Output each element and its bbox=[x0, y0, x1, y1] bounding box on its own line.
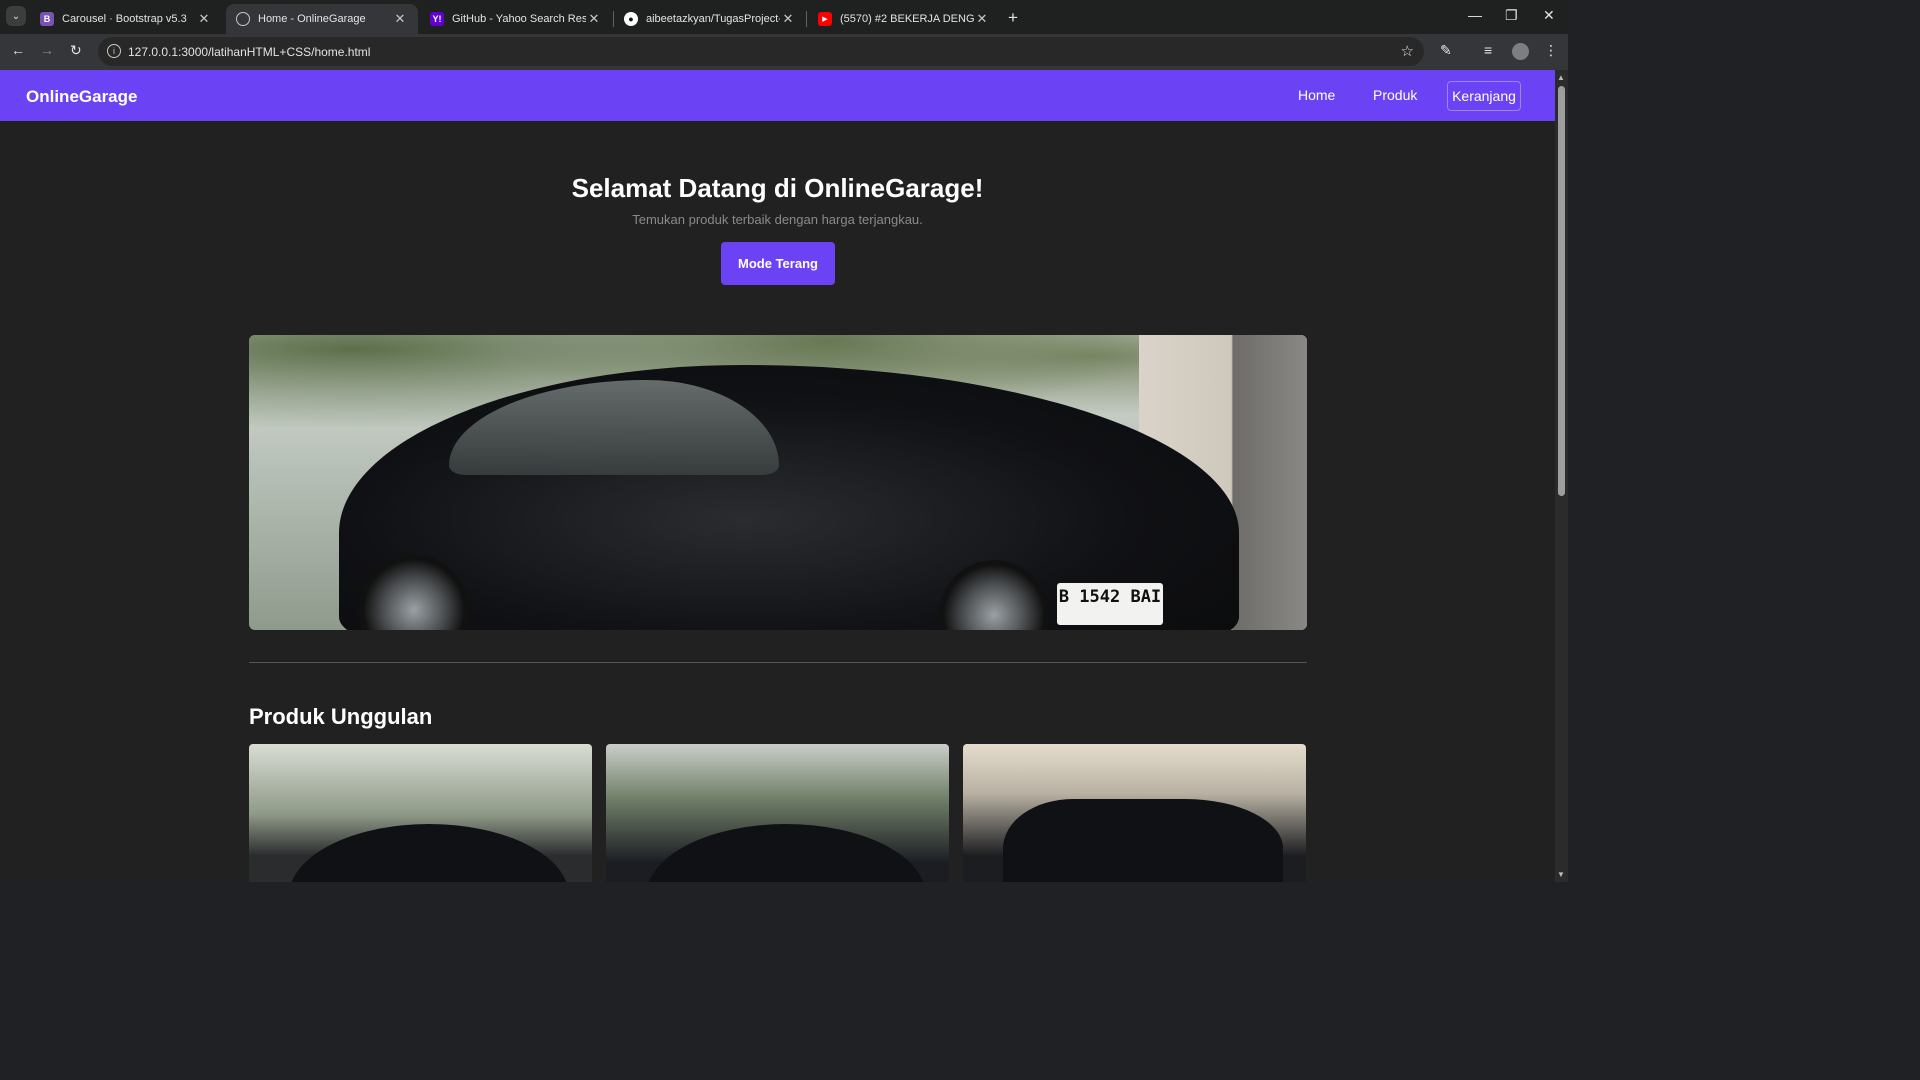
hero-car-image: B 1542 BAI bbox=[249, 335, 1307, 630]
product-card-image[interactable] bbox=[606, 744, 949, 882]
browser-tab[interactable]: B Carousel · Bootstrap v5.3 ✕ bbox=[30, 4, 222, 34]
scroll-down-icon[interactable]: ▼ bbox=[1557, 870, 1565, 879]
reload-icon[interactable]: ↻ bbox=[70, 42, 82, 59]
close-icon[interactable]: ✕ bbox=[196, 11, 212, 27]
profile-avatar-icon[interactable] bbox=[1512, 43, 1529, 60]
scroll-thumb[interactable] bbox=[1558, 86, 1565, 496]
close-icon[interactable]: ✕ bbox=[974, 11, 990, 27]
tab-title: GitHub - Yahoo Search Results bbox=[452, 13, 586, 25]
browser-tab[interactable]: Y! GitHub - Yahoo Search Results ✕ bbox=[420, 4, 612, 34]
github-icon: ● bbox=[624, 12, 638, 26]
close-icon[interactable]: ✕ bbox=[392, 11, 408, 27]
nav-link-produk[interactable]: Produk bbox=[1373, 87, 1417, 103]
browser-tab-active[interactable]: Home - OnlineGarage ✕ bbox=[226, 4, 418, 34]
tab-search-icon[interactable]: ⌄ bbox=[6, 6, 26, 26]
close-icon[interactable]: ✕ bbox=[586, 11, 602, 27]
car-shape bbox=[646, 824, 926, 882]
browser-toolbar: ← → ↻ i 127.0.0.1:3000/latihanHTML+CSS/h… bbox=[0, 34, 1568, 70]
close-icon[interactable]: ✕ bbox=[780, 11, 796, 27]
scroll-up-icon[interactable]: ▲ bbox=[1557, 73, 1565, 82]
featured-title: Produk Unggulan bbox=[249, 704, 433, 729]
product-card-image[interactable] bbox=[963, 744, 1306, 882]
back-icon[interactable]: ← bbox=[11, 42, 25, 58]
browser-tab[interactable]: ▶ (5570) #2 BEKERJA DENGAN GI ✕ bbox=[808, 4, 1000, 34]
tab-title: Carousel · Bootstrap v5.3 bbox=[62, 13, 187, 25]
section-divider bbox=[249, 662, 1307, 663]
site-info-icon[interactable]: i bbox=[107, 44, 121, 58]
site-navbar: OnlineGarage Home Produk Keranjang bbox=[0, 70, 1555, 121]
extensions-icon[interactable]: ✎ bbox=[1440, 42, 1452, 59]
web-page: OnlineGarage Home Produk Keranjang Selam… bbox=[0, 70, 1555, 882]
bookmark-star-icon[interactable]: ☆ bbox=[1401, 42, 1414, 60]
van-shape bbox=[1003, 799, 1283, 882]
youtube-icon: ▶ bbox=[818, 12, 832, 26]
reading-list-icon[interactable]: ≡ bbox=[1484, 42, 1492, 58]
bootstrap-icon: B bbox=[40, 12, 54, 26]
minimize-icon[interactable]: — bbox=[1468, 7, 1482, 23]
hero-title: Selamat Datang di OnlineGarage! bbox=[571, 173, 984, 203]
window-close-icon[interactable]: ✕ bbox=[1543, 7, 1555, 24]
site-brand[interactable]: OnlineGarage bbox=[26, 87, 137, 107]
license-plate: B 1542 BAI bbox=[1057, 583, 1163, 625]
new-tab-icon[interactable]: + bbox=[1008, 8, 1018, 28]
url-text[interactable]: 127.0.0.1:3000/latihanHTML+CSS/home.html bbox=[128, 45, 370, 59]
browser-tab[interactable]: ● aibeetazkyan/TugasProject-UTS ✕ bbox=[614, 4, 806, 34]
tab-separator bbox=[806, 11, 807, 27]
tab-title: aibeetazkyan/TugasProject-UTS bbox=[646, 13, 780, 25]
globe-icon bbox=[236, 12, 250, 26]
mode-toggle-button[interactable]: Mode Terang bbox=[721, 242, 835, 285]
browser-tab-strip: ⌄ B Carousel · Bootstrap v5.3 ✕ Home - O… bbox=[0, 0, 1568, 34]
forward-icon[interactable]: → bbox=[40, 42, 54, 58]
hero-subtitle: Temukan produk terbaik dengan harga terj… bbox=[632, 212, 923, 227]
address-bar[interactable]: i 127.0.0.1:3000/latihanHTML+CSS/home.ht… bbox=[98, 37, 1424, 66]
product-card-image[interactable] bbox=[249, 744, 592, 882]
car-shape bbox=[289, 824, 569, 882]
menu-kebab-icon[interactable]: ⋮ bbox=[1544, 42, 1558, 59]
yahoo-icon: Y! bbox=[430, 12, 444, 26]
tab-title: Home - OnlineGarage bbox=[258, 13, 366, 25]
tab-title: (5570) #2 BEKERJA DENGAN GI bbox=[840, 13, 974, 25]
restore-icon[interactable]: ❐ bbox=[1505, 7, 1518, 24]
nav-link-keranjang[interactable]: Keranjang bbox=[1447, 81, 1521, 111]
nav-link-home[interactable]: Home bbox=[1298, 87, 1335, 103]
page-scrollbar[interactable]: ▲ ▼ bbox=[1555, 70, 1568, 882]
